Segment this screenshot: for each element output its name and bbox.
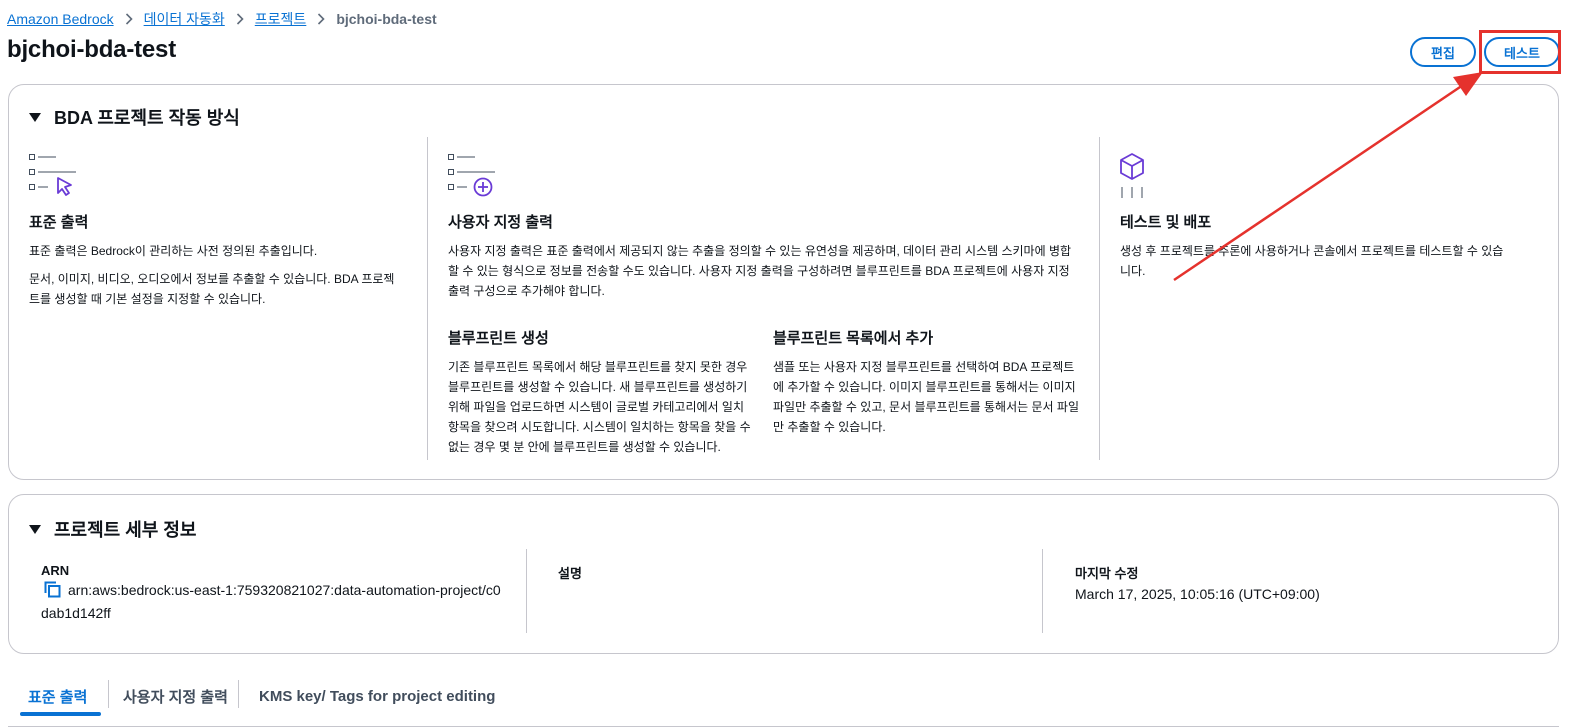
tab-standard-output[interactable]: 표준 출력 [28,680,87,712]
last-modified-label: 마지막 수정 [1075,566,1139,581]
tab-custom-output[interactable]: 사용자 지정 출력 [123,680,228,712]
project-details-header[interactable]: 프로젝트 세부 정보 [29,516,196,542]
project-details-title: 프로젝트 세부 정보 [54,520,197,540]
last-modified-field: 마지막 수정 March 17, 2025, 10:05:16 (UTC+09:… [1075,563,1535,604]
add-blueprint-desc: 샘플 또는 사용자 지정 블루프린트를 선택하여 BDA 프로젝트에 추가할 수… [773,360,1080,434]
create-blueprint-desc: 기존 블루프린트 목록에서 해당 블루프린트를 찾지 못한 경우 블루프린트를 … [448,360,751,454]
create-blueprint-title: 블루프린트 생성 [448,330,549,347]
last-modified-value: March 17, 2025, 10:05:16 (UTC+09:00) [1075,586,1320,602]
list-plus-icon [448,154,495,197]
test-deploy-title: 테스트 및 배포 [1120,214,1212,231]
project-details-panel: 프로젝트 세부 정보 ARN arn:aws:bedrock:us-east-1… [8,494,1559,654]
page-title: bjchoi-bda-test [7,36,176,63]
create-blueprint-section: 블루프린트 생성 기존 블루프린트 목록에서 해당 블루프린트를 찾지 못한 경… [448,327,753,457]
how-it-works-panel: BDA 프로젝트 작동 방식 표준 출력 표준 출력은 Bedrock이 관리하… [8,84,1559,480]
breadcrumb: Amazon Bedrock 데이터 자동화 프로젝트 bjchoi-bda-t… [7,9,437,29]
add-blueprint-section: 블루프린트 목록에서 추가 샘플 또는 사용자 지정 블루프린트를 선택하여 B… [773,327,1080,437]
custom-output-title: 사용자 지정 출력 [448,214,553,231]
test-button[interactable]: 테스트 [1484,37,1560,67]
how-it-works-header[interactable]: BDA 프로젝트 작동 방식 [29,104,240,130]
breadcrumb-amazon-bedrock[interactable]: Amazon Bedrock [7,11,114,27]
chevron-right-icon [236,13,244,25]
list-cursor-icon [29,154,76,196]
cube-icon [1120,153,1144,198]
tab-separator [108,680,109,708]
chevron-right-icon [125,13,133,25]
breadcrumb-current: bjchoi-bda-test [336,11,437,27]
active-tab-indicator [20,712,101,716]
breadcrumb-data-automation[interactable]: 데이터 자동화 [144,9,225,29]
column-divider [1099,137,1100,460]
description-field: 설명 [558,563,1008,582]
breadcrumb-projects[interactable]: 프로젝트 [255,9,307,29]
edit-button[interactable]: 편집 [1410,37,1476,67]
test-deploy-section: 테스트 및 배포 생성 후 프로젝트를 추론에 사용하거나 콘솔에서 프로젝트를… [1120,211,1505,281]
chevron-right-icon [317,13,325,25]
custom-output-section: 사용자 지정 출력 사용자 지정 출력은 표준 출력에서 제공되지 않는 추출을… [448,211,1080,301]
arn-label: ARN [41,563,70,578]
standard-output-p1: 표준 출력은 Bedrock이 관리하는 사전 정의된 추출입니다. [29,244,318,258]
arn-value-row: arn:aws:bedrock:us-east-1:759320821027:d… [41,580,501,623]
column-divider [427,137,428,460]
output-tabs: 표준 출력 사용자 지정 출력 KMS key/ Tags for projec… [8,676,1559,727]
add-blueprint-title: 블루프린트 목록에서 추가 [773,330,934,347]
caret-down-icon [29,113,41,122]
description-label: 설명 [558,566,582,581]
column-divider [1042,549,1043,633]
tab-kms-tags[interactable]: KMS key/ Tags for project editing [259,680,495,712]
copy-icon[interactable] [44,581,61,603]
tab-separator [238,680,239,708]
arn-value: arn:aws:bedrock:us-east-1:759320821027:d… [41,582,501,621]
how-it-works-title: BDA 프로젝트 작동 방식 [54,108,240,128]
column-divider [526,549,527,633]
test-deploy-desc: 생성 후 프로젝트를 추론에 사용하거나 콘솔에서 프로젝트를 테스트할 수 있… [1120,244,1504,278]
standard-output-title: 표준 출력 [29,214,89,231]
standard-output-p2: 문서, 이미지, 비디오, 오디오에서 정보를 추출할 수 있습니다. BDA … [29,272,395,306]
arn-field: ARN arn:aws:bedrock:us-east-1:7593208210… [41,563,501,623]
standard-output-section: 표준 출력 표준 출력은 Bedrock이 관리하는 사전 정의된 추출입니다.… [29,211,404,309]
caret-down-icon [29,525,41,534]
custom-output-desc: 사용자 지정 출력은 표준 출력에서 제공되지 않는 추출을 정의할 수 있는 … [448,244,1072,298]
